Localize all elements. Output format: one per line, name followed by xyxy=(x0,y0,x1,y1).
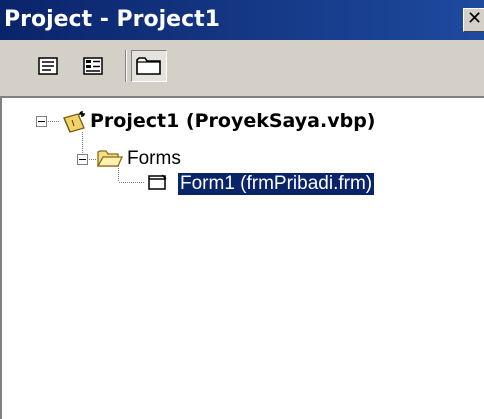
toolbar-separator xyxy=(125,50,127,82)
close-icon: ✕ xyxy=(467,8,483,29)
root-expander[interactable] xyxy=(36,116,47,127)
forms-folder-label[interactable]: Forms xyxy=(127,148,181,170)
title-bar[interactable]: Project - Project1 ✕ xyxy=(0,0,484,40)
project-tree[interactable]: Project1 (ProyekSaya.vbp) Forms Form1 (f… xyxy=(0,96,484,419)
tree-connector xyxy=(119,182,145,183)
tree-connector xyxy=(48,121,60,122)
project-icon xyxy=(63,111,85,133)
view-object-icon xyxy=(83,57,103,75)
tree-connector xyxy=(82,132,83,154)
form-icon xyxy=(148,174,167,190)
view-code-icon xyxy=(38,57,58,75)
forms-expander[interactable] xyxy=(77,154,88,165)
view-object-button[interactable] xyxy=(79,50,107,82)
view-code-button[interactable] xyxy=(34,50,62,82)
window-title: Project - Project1 xyxy=(4,7,220,32)
toggle-folders-button[interactable] xyxy=(131,50,167,82)
toolbar xyxy=(0,40,484,96)
form1-item-label[interactable]: Form1 (frmPribadi.frm) xyxy=(176,172,376,196)
project-explorer-window: Project - Project1 ✕ Project1 (ProyekSay… xyxy=(0,0,484,419)
project-root-label[interactable]: Project1 (ProyekSaya.vbp) xyxy=(90,110,375,132)
folder-open-icon xyxy=(96,150,124,167)
close-button[interactable]: ✕ xyxy=(463,8,484,32)
toggle-folders-icon xyxy=(136,57,161,75)
